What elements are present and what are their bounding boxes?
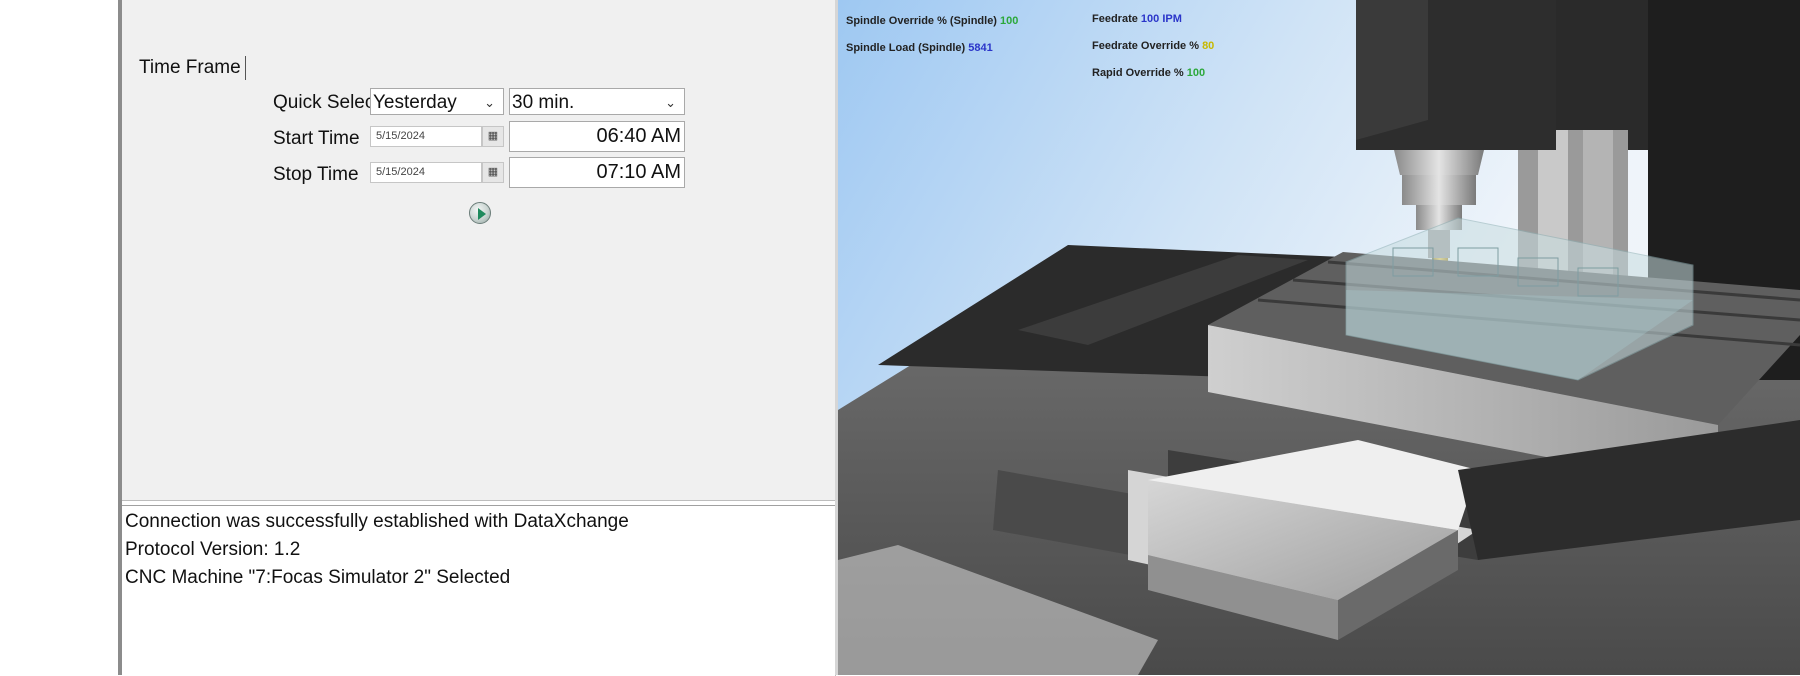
chevron-down-icon: ⌄ xyxy=(484,95,495,110)
start-time-label: Start Time xyxy=(273,128,360,149)
log-line: Connection was successfully established … xyxy=(125,511,629,532)
rapid-override-label: Rapid Override % xyxy=(1092,67,1184,79)
time-frame-title: Time Frame xyxy=(139,56,246,80)
feedrate-override-label: Feedrate Override % xyxy=(1092,40,1199,52)
connection-log: Connection was successfully established … xyxy=(122,505,836,676)
stop-time-field[interactable]: 07:10 AM xyxy=(509,157,685,188)
log-line: Protocol Version: 1.2 xyxy=(125,539,301,560)
calendar-icon[interactable]: ▦ xyxy=(482,162,504,183)
log-line: CNC Machine "7:Focas Simulator 2" Select… xyxy=(125,567,511,588)
run-query-button[interactable] xyxy=(469,202,491,224)
duration-dropdown[interactable]: 30 min. ⌄ xyxy=(509,88,685,115)
quick-select-value: Yesterday xyxy=(373,92,457,113)
spindle-override-readout: Spindle Override % (Spindle) 100 xyxy=(846,15,1018,27)
feedrate-override-value: 80 xyxy=(1202,40,1215,52)
duration-value: 30 min. xyxy=(512,92,575,113)
machine-3d-viewport[interactable]: Spindle Override % (Spindle) 100 Spindle… xyxy=(838,0,1800,675)
start-time-field[interactable]: 06:40 AM xyxy=(509,121,685,152)
feedrate-override-readout: Feedrate Override % 80 xyxy=(1092,40,1214,52)
rapid-override-readout: Rapid Override % 100 xyxy=(1092,67,1205,79)
spindle-override-label: Spindle Override % (Spindle) xyxy=(846,15,997,27)
spindle-load-value: 5841 xyxy=(968,42,993,54)
calendar-icon[interactable]: ▦ xyxy=(482,126,504,147)
stop-time-label: Stop Time xyxy=(273,164,359,185)
chevron-down-icon: ⌄ xyxy=(665,95,676,110)
start-date-field[interactable]: 5/15/2024 xyxy=(370,126,482,147)
cnc-machine-render xyxy=(838,0,1800,675)
spindle-load-readout: Spindle Load (Spindle) 5841 xyxy=(846,42,993,54)
stop-date-field[interactable]: 5/15/2024 xyxy=(370,162,482,183)
spindle-override-value: 100 xyxy=(1000,15,1019,27)
spindle-load-label: Spindle Load (Spindle) xyxy=(846,42,966,54)
left-gutter xyxy=(0,0,118,675)
quick-select-label: Quick Select xyxy=(273,92,380,113)
time-frame-panel: Time Frame Quick Select Yesterday ⌄ 30 m… xyxy=(122,0,836,501)
play-icon xyxy=(478,208,486,220)
feedrate-label: Feedrate xyxy=(1092,13,1138,25)
feedrate-value: 100 IPM xyxy=(1140,13,1182,25)
rapid-override-value: 100 xyxy=(1186,67,1206,79)
quick-select-dropdown[interactable]: Yesterday ⌄ xyxy=(370,88,504,115)
feedrate-readout: Feedrate 100 IPM xyxy=(1092,13,1182,25)
